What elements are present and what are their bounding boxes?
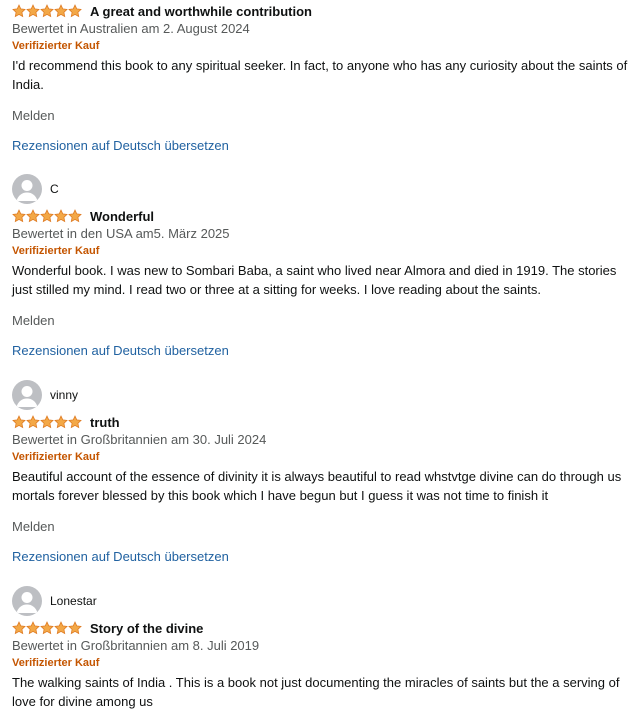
star-icon xyxy=(54,4,68,18)
report-link[interactable]: Melden xyxy=(12,518,630,536)
review-title-row: A great and worthwhile contribution xyxy=(12,2,630,20)
reviewer-profile[interactable]: C xyxy=(12,174,630,204)
review-title-row: truth xyxy=(12,413,630,431)
review-title[interactable]: truth xyxy=(90,415,120,430)
star-icon xyxy=(26,4,40,18)
star-icon xyxy=(40,415,54,429)
star-rating[interactable] xyxy=(12,4,82,18)
star-icon xyxy=(68,4,82,18)
verified-purchase-badge: Verifizierter Kauf xyxy=(12,40,100,52)
review-card: C Wonderful Bewertet in den USA am5. Mär… xyxy=(12,174,630,360)
star-icon xyxy=(68,415,82,429)
review-title[interactable]: A great and worthwhile contribution xyxy=(90,4,312,19)
default-avatar-icon xyxy=(12,586,42,616)
report-link[interactable]: Melden xyxy=(12,107,630,125)
star-icon xyxy=(26,621,40,635)
review-title-row: Wonderful xyxy=(12,207,630,225)
default-avatar-icon xyxy=(12,174,42,204)
star-icon xyxy=(26,209,40,223)
star-icon xyxy=(12,4,26,18)
verified-purchase-badge: Verifizierter Kauf xyxy=(12,245,100,257)
star-icon xyxy=(54,209,68,223)
translate-reviews-link[interactable]: Rezensionen auf Deutsch übersetzen xyxy=(12,137,630,155)
review-title-row: Story of the divine xyxy=(12,619,630,637)
reviewer-name: vinny xyxy=(50,388,79,402)
star-icon xyxy=(68,621,82,635)
translate-reviews-link[interactable]: Rezensionen auf Deutsch übersetzen xyxy=(12,548,630,566)
star-icon xyxy=(26,415,40,429)
review-title[interactable]: Wonderful xyxy=(90,209,154,224)
review-date: Bewertet in Großbritannien am 8. Juli 20… xyxy=(12,638,260,653)
reviewer-profile[interactable]: Lonestar xyxy=(12,586,630,616)
review-body: I'd recommend this book to any spiritual… xyxy=(12,58,628,92)
star-icon xyxy=(12,621,26,635)
review-card: vinny truth Bewertet in Großbritannien a… xyxy=(12,380,630,566)
star-icon xyxy=(68,209,82,223)
review-date: Bewertet in den USA am5. März 2025 xyxy=(12,226,230,241)
star-icon xyxy=(54,415,68,429)
review-date: Bewertet in Großbritannien am 30. Juli 2… xyxy=(12,432,267,447)
default-avatar-icon xyxy=(12,380,42,410)
star-icon xyxy=(12,209,26,223)
review-card: Lonestar Story of the divine Bewertet in… xyxy=(12,586,630,711)
review-date: Bewertet in Australien am 2. August 2024 xyxy=(12,21,250,36)
review-title[interactable]: Story of the divine xyxy=(90,621,203,636)
star-rating[interactable] xyxy=(12,415,82,429)
star-icon xyxy=(40,621,54,635)
star-icon xyxy=(54,621,68,635)
star-rating[interactable] xyxy=(12,209,82,223)
review-card: A great and worthwhile contribution Bewe… xyxy=(12,2,630,155)
star-icon xyxy=(40,4,54,18)
star-icon xyxy=(40,209,54,223)
reviewer-name: C xyxy=(50,182,59,196)
report-link[interactable]: Melden xyxy=(12,312,630,330)
translate-reviews-link[interactable]: Rezensionen auf Deutsch übersetzen xyxy=(12,342,630,360)
star-icon xyxy=(12,415,26,429)
reviewer-profile[interactable]: vinny xyxy=(12,380,630,410)
star-rating[interactable] xyxy=(12,621,82,635)
review-body: The walking saints of India . This is a … xyxy=(12,675,620,709)
verified-purchase-badge: Verifizierter Kauf xyxy=(12,657,100,669)
review-body: Wonderful book. I was new to Sombari Bab… xyxy=(12,263,617,297)
reviewer-name: Lonestar xyxy=(50,594,97,608)
review-body: Beautiful account of the essence of divi… xyxy=(12,469,622,503)
verified-purchase-badge: Verifizierter Kauf xyxy=(12,451,100,463)
